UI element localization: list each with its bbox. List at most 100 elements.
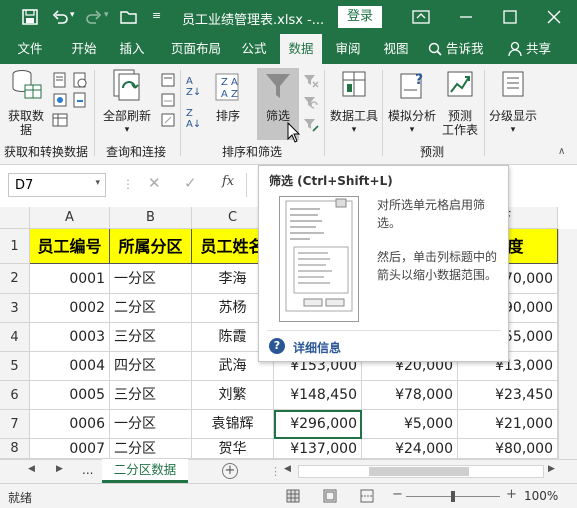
column-header[interactable]: A [30, 207, 110, 229]
login-button[interactable]: 登录 [338, 6, 382, 28]
properties-icon[interactable] [160, 92, 176, 108]
reapply-filter-icon[interactable] [303, 94, 319, 110]
what-if-analysis-button[interactable]: ? 模拟分析 ▾ [386, 68, 438, 137]
table-cell[interactable]: 0002 [30, 294, 110, 323]
refresh-all-button[interactable]: 全部刷新 ▾ [98, 68, 156, 137]
row-header[interactable]: 6 [0, 381, 30, 410]
redo-icon[interactable] [86, 9, 102, 25]
tab-view[interactable]: 视图 [374, 34, 418, 64]
tab-insert[interactable]: 插入 [110, 34, 154, 64]
confirm-entry-icon[interactable]: ✓ [184, 174, 197, 192]
page-break-view-icon[interactable] [360, 489, 374, 503]
tab-home[interactable]: 开始 [62, 34, 106, 64]
sort-descending-icon[interactable]: Z A↓ [186, 108, 201, 130]
row-header[interactable]: 3 [0, 294, 30, 323]
scroll-left-icon[interactable]: ◀ [284, 464, 291, 474]
table-cell[interactable]: 一分区 [110, 410, 192, 439]
selected-cell[interactable]: ¥296,000 [274, 410, 362, 439]
select-all-corner[interactable] [0, 207, 30, 229]
from-text-icon[interactable] [52, 72, 68, 88]
from-web-icon[interactable] [52, 92, 68, 108]
table-header-cell[interactable]: 所属分区 [110, 229, 192, 264]
advanced-filter-icon[interactable] [303, 116, 319, 132]
row-header[interactable]: 8 [0, 439, 30, 459]
table-cell[interactable]: 三分区 [110, 323, 192, 352]
table-cell[interactable]: 刘繁 [192, 381, 274, 410]
next-sheet-icon[interactable]: ▶ [56, 464, 63, 474]
table-cell[interactable]: ¥78,000 [362, 381, 458, 410]
save-icon[interactable] [22, 9, 38, 25]
zoom-out-icon[interactable]: − [392, 487, 403, 502]
undo-dropdown-icon[interactable]: ▾ [70, 10, 75, 20]
table-cell[interactable]: 0005 [30, 381, 110, 410]
row-header[interactable]: 1 [0, 229, 30, 264]
vertical-scrollbar[interactable] [558, 229, 577, 459]
tab-data[interactable]: 数据 [280, 34, 322, 64]
cancel-entry-icon[interactable]: ✕ [148, 174, 161, 192]
edit-links-icon[interactable] [160, 112, 176, 128]
add-sheet-icon[interactable]: + [222, 463, 238, 479]
table-cell[interactable]: 二分区 [110, 294, 192, 323]
tab-file[interactable]: 文件 [8, 34, 52, 64]
normal-view-icon[interactable] [286, 489, 300, 503]
undo-icon[interactable] [52, 9, 68, 25]
horizontal-scrollbar[interactable] [298, 465, 544, 478]
row-header[interactable]: 2 [0, 264, 30, 294]
tab-review[interactable]: 审阅 [326, 34, 370, 64]
zoom-slider[interactable] [406, 491, 500, 502]
table-cell[interactable]: ¥24,000 [362, 439, 458, 459]
row-header[interactable]: 4 [0, 323, 30, 352]
table-cell[interactable]: ¥5,000 [362, 410, 458, 439]
sort-button[interactable]: Z AA Z 排序 [210, 72, 246, 123]
clear-filter-icon[interactable] [303, 72, 319, 88]
table-cell[interactable]: 0004 [30, 352, 110, 381]
name-box[interactable]: D7 ▾ [8, 173, 106, 197]
page-layout-view-icon[interactable] [323, 489, 337, 503]
table-cell[interactable]: 一分区 [110, 264, 192, 294]
existing-connections-icon[interactable] [72, 92, 88, 108]
table-cell[interactable]: 贺华 [192, 439, 274, 459]
formula-input[interactable] [246, 173, 258, 197]
table-cell[interactable]: 0007 [30, 439, 110, 459]
maximize-icon[interactable] [502, 9, 518, 25]
tell-me-search[interactable]: 告诉我 [446, 34, 492, 64]
open-folder-icon[interactable] [120, 9, 138, 25]
more-info-link[interactable]: 详细信息 [293, 339, 341, 356]
prev-sheet-icon[interactable]: ◀ [28, 464, 35, 474]
table-cell[interactable]: ¥23,450 [458, 381, 558, 410]
sort-ascending-icon[interactable]: A Z↓ [186, 76, 201, 98]
tab-page-layout[interactable]: 页面布局 [162, 34, 230, 64]
outline-button[interactable]: 分级显示 ▾ [486, 68, 540, 137]
forecast-sheet-button[interactable]: 预测 工作表 [440, 68, 480, 137]
minimize-icon[interactable] [458, 9, 474, 25]
zoom-in-icon[interactable]: + [506, 487, 517, 502]
row-header[interactable]: 5 [0, 352, 30, 381]
more-sheets-button[interactable]: ... [82, 463, 93, 477]
horizontal-scroll-thumb[interactable] [369, 467, 469, 476]
table-cell[interactable]: 0003 [30, 323, 110, 352]
share-button[interactable]: 共享 [526, 34, 556, 64]
column-header[interactable]: B [110, 207, 192, 229]
queries-connections-icon[interactable] [160, 72, 176, 88]
tab-formulas[interactable]: 公式 [232, 34, 276, 64]
row-header[interactable]: 7 [0, 410, 30, 439]
table-cell[interactable]: 袁锦辉 [192, 410, 274, 439]
table-cell[interactable]: 四分区 [110, 352, 192, 381]
insert-function-icon[interactable]: fx [222, 174, 234, 189]
table-cell[interactable]: 0001 [30, 264, 110, 294]
name-box-dropdown-icon[interactable]: ▾ [95, 178, 100, 188]
customize-toolbar-icon[interactable]: ≡ [152, 9, 161, 22]
scroll-right-icon[interactable]: ▶ [548, 464, 555, 474]
table-cell[interactable]: ¥21,000 [458, 410, 558, 439]
table-cell[interactable]: ¥148,450 [274, 381, 362, 410]
zoom-slider-thumb[interactable] [451, 491, 455, 502]
table-cell[interactable]: 二分区 [110, 439, 192, 459]
ribbon-display-icon[interactable] [412, 9, 430, 25]
recent-sources-icon[interactable] [72, 72, 88, 88]
table-header-cell[interactable]: 员工编号 [30, 229, 110, 264]
tab-splitter-icon[interactable]: ⋮ [270, 465, 281, 478]
zoom-level[interactable]: 100% [524, 489, 558, 503]
close-icon[interactable] [546, 9, 562, 25]
data-tools-button[interactable]: 数据工具 ▾ [328, 68, 380, 137]
get-data-button[interactable]: 获取数 据 [4, 68, 48, 137]
